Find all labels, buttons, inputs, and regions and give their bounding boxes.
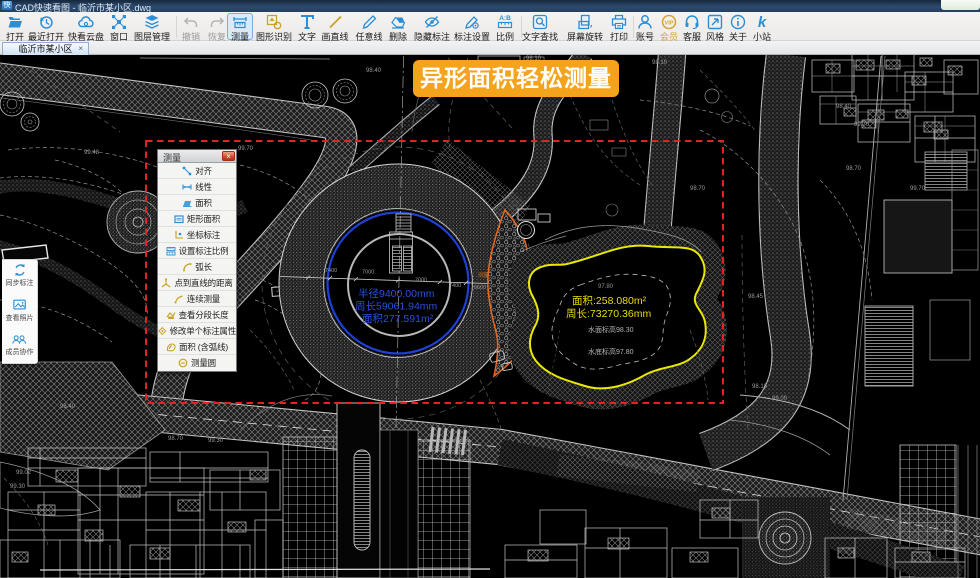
svg-text:97.80: 97.80 <box>598 284 614 290</box>
svg-text:99.02: 99.02 <box>16 470 32 476</box>
svg-text:周长:73270.36mm: 周长:73270.36mm <box>566 308 651 320</box>
svg-text:7400: 7400 <box>449 283 461 289</box>
svg-text:水面标高98.30: 水面标高98.30 <box>588 325 634 334</box>
svg-text:周长59061.94mm: 周长59061.94mm <box>355 301 438 313</box>
svg-text:98.45: 98.45 <box>748 294 764 300</box>
svg-text:A:B: A:B <box>499 15 511 22</box>
svg-text:99.70: 99.70 <box>854 122 870 128</box>
svg-text:98.40: 98.40 <box>836 104 852 110</box>
svg-text:6600: 6600 <box>474 285 486 291</box>
svg-text:98.40: 98.40 <box>366 68 382 74</box>
svg-text:1:1: 1:1 <box>168 251 173 255</box>
svg-text:98.70: 98.70 <box>168 436 184 442</box>
svg-text:半径9400.00mm: 半径9400.00mm <box>358 287 435 300</box>
svg-text:7000: 7000 <box>362 270 374 276</box>
svg-text:98.70: 98.70 <box>846 166 862 172</box>
svg-text:98.70: 98.70 <box>690 186 706 192</box>
svg-text:k: k <box>758 14 767 30</box>
svg-text:99.70: 99.70 <box>238 146 254 152</box>
svg-text:99.48: 99.48 <box>84 150 100 156</box>
svg-text:面积:258.080m²: 面积:258.080m² <box>572 295 647 307</box>
svg-text:99.30: 99.30 <box>10 484 26 490</box>
svg-text:水底标高97.80: 水底标高97.80 <box>588 347 634 356</box>
svg-text:面积277.591m²: 面积277.591m² <box>362 313 434 325</box>
svg-text:99.70: 99.70 <box>910 186 926 192</box>
svg-text:7000: 7000 <box>415 278 427 284</box>
svg-text:99.00: 99.00 <box>772 396 788 402</box>
svg-text:VIP: VIP <box>665 21 674 27</box>
svg-text:98.10: 98.10 <box>752 384 768 390</box>
svg-text:98.10: 98.10 <box>652 60 668 66</box>
svg-text:98.40: 98.40 <box>60 404 76 410</box>
svg-text:99.30: 99.30 <box>208 438 224 444</box>
svg-text:7400: 7400 <box>325 268 337 274</box>
